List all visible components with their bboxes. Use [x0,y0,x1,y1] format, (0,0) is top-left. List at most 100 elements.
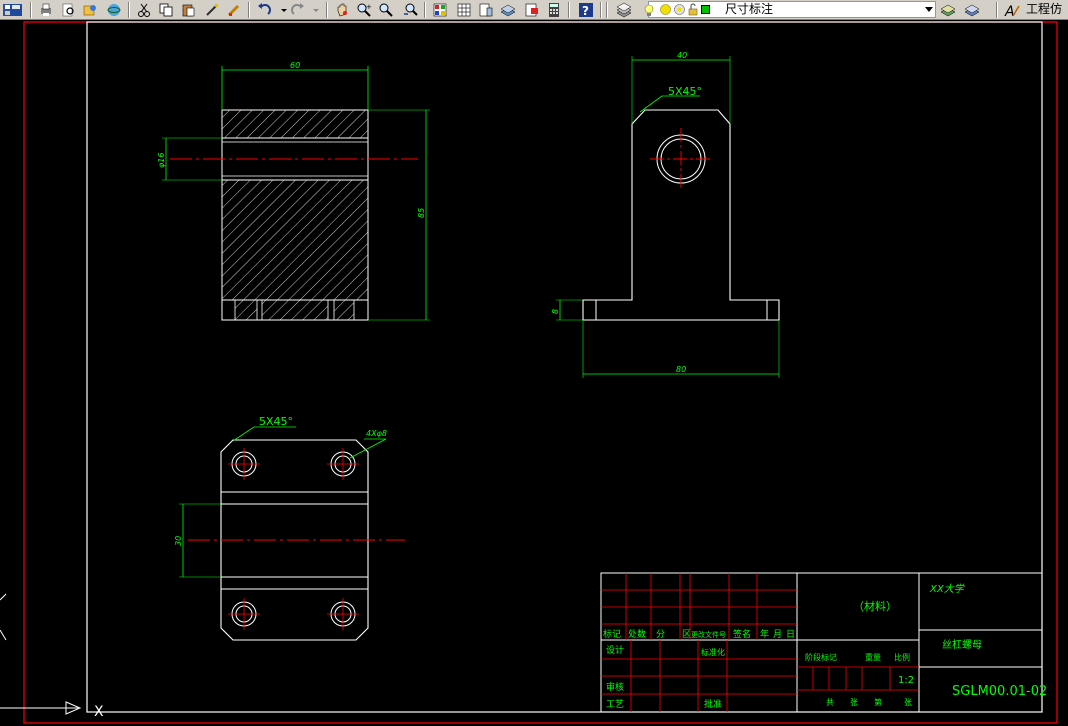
svg-text:?: ? [582,4,589,18]
undo-icon[interactable] [256,2,272,18]
rev-header-doc: 更改文件号 [691,630,726,639]
dim-side-top-width: 40 [677,51,687,60]
chevron-down-icon[interactable] [925,7,933,12]
toolbar-separator [248,2,250,18]
chamfer-note-top: 5X45° [259,415,293,428]
publish-icon[interactable] [82,2,98,18]
scale-value: 1:2 [898,675,914,686]
toolbar-separator [996,2,998,18]
svg-text:X: X [94,704,104,720]
dim-side-base-width: 80 [676,365,686,374]
side-view: 40 5X45° 8 80 [551,51,780,378]
zoom-realtime-icon[interactable]: + [356,2,372,18]
viewport-freeze-icon[interactable] [673,3,686,19]
tool-palettes-icon[interactable] [478,2,494,18]
mounting-hole [327,448,359,480]
front-view: 60 φ16 85 [157,61,430,321]
toolbar-separator [128,2,130,18]
chamfer-note-side: 5X45° [668,85,702,98]
dim-side-base-height: 8 [551,309,560,314]
mounting-hole [228,598,260,630]
layer-previous-icon[interactable] [964,2,980,18]
sun-icon[interactable] [659,3,672,19]
lightbulb-icon[interactable] [643,3,655,19]
rev-header-zone: 区 [682,629,691,640]
sheet-frame [23,21,1058,724]
stage-header: 阶段标记 [805,652,837,662]
weight-header: 重量 [865,652,881,662]
current-layer-name: 尺寸标注 [725,2,774,16]
revision-grid [601,573,919,712]
material-field: （材料） [853,599,897,613]
print-icon[interactable] [38,2,54,18]
toolbar-separator [568,2,570,18]
rev-header-mark: 标记 [603,628,621,640]
save-alt-icon[interactable] [8,2,24,18]
rev-header-day: 日 [786,629,795,640]
dim-front-height: 85 [417,208,426,218]
text-style-icon[interactable]: A [1004,2,1020,18]
base-hatch [333,299,355,321]
layer-dropdown[interactable]: 尺寸标注 [644,1,936,19]
school-name: XX大学 [929,583,965,595]
rev-header-count: 处数 [628,628,646,640]
rev-header-year: 年 [760,628,769,640]
brush-icon[interactable] [204,2,220,18]
rev-header-month: 月 [773,629,782,640]
title-block: 标记 处数 分 区 更改文件号 签名 年 月 日 设计 标准化 审核 工艺 批准… [600,572,1047,713]
design-center-icon[interactable] [456,2,472,18]
layer-state-icon[interactable] [940,2,956,18]
part-name: 丝杠螺母 [942,638,982,651]
row-std-label: 标准化 [701,647,725,657]
sheet-no-label: 第 [874,697,882,707]
toolbar-separator [600,2,602,18]
unlock-icon[interactable] [687,3,699,19]
redo-dropdown-icon[interactable] [308,2,324,18]
paste-icon[interactable] [180,2,196,18]
standard-toolbar: + ? 尺寸标注 A 工程仿 [0,0,1068,20]
ratio-header: 比例 [894,652,910,662]
ucs-icon: X [0,593,104,720]
sheet-set-icon[interactable] [500,2,516,18]
toolbar-separator [30,2,32,18]
cut-icon[interactable] [136,2,152,18]
pan-icon[interactable] [334,2,350,18]
text-style-dropdown[interactable]: 工程仿 [1026,1,1062,17]
copy-icon[interactable] [158,2,174,18]
rev-header-sign: 签名 [733,628,751,640]
sheets-total-label: 共 [826,698,834,707]
help-icon[interactable]: ? [578,2,594,18]
toolbar-separator [424,2,426,18]
layer-color-swatch [701,5,710,14]
zoom-window-icon[interactable] [378,2,394,18]
3d-orbit-icon[interactable] [106,2,122,18]
row-design-label: 设计 [606,644,624,656]
base-hatch [234,299,258,321]
top-view: 5X45° 4Xφ8 30 [174,415,405,641]
dim-top-slot: 30 [174,536,183,546]
hatched-section-top [221,109,369,139]
properties-icon[interactable] [432,2,448,18]
svg-text:+: + [366,3,372,11]
match-properties-icon[interactable] [226,2,242,18]
drawing-number: SGLM00.01-02 [952,684,1047,699]
sheet-label-2: 张 [904,698,912,707]
row-approve-label: 批准 [704,698,722,710]
mounting-hole [228,448,260,480]
rev-header-split: 分 [656,629,665,640]
redo-icon[interactable] [290,2,306,18]
row-process-label: 工艺 [606,699,624,710]
calculator-icon[interactable] [546,2,562,18]
drawing-canvas[interactable]: 60 φ16 85 40 5X45° 8 80 5X45° 4Xφ8 30 标记… [0,20,1068,726]
markup-icon[interactable] [524,2,540,18]
mounting-hole [327,598,359,630]
dim-front-diameter: φ16 [157,153,166,168]
outer-frame [23,21,1058,724]
toolbar-separator [326,2,328,18]
toolbar-separator [606,2,608,18]
print-preview-icon[interactable] [60,2,76,18]
hole-callout: 4Xφ8 [366,429,387,438]
base-hatch [261,299,329,321]
layer-manager-icon[interactable] [616,2,632,18]
zoom-previous-icon[interactable] [402,2,418,18]
